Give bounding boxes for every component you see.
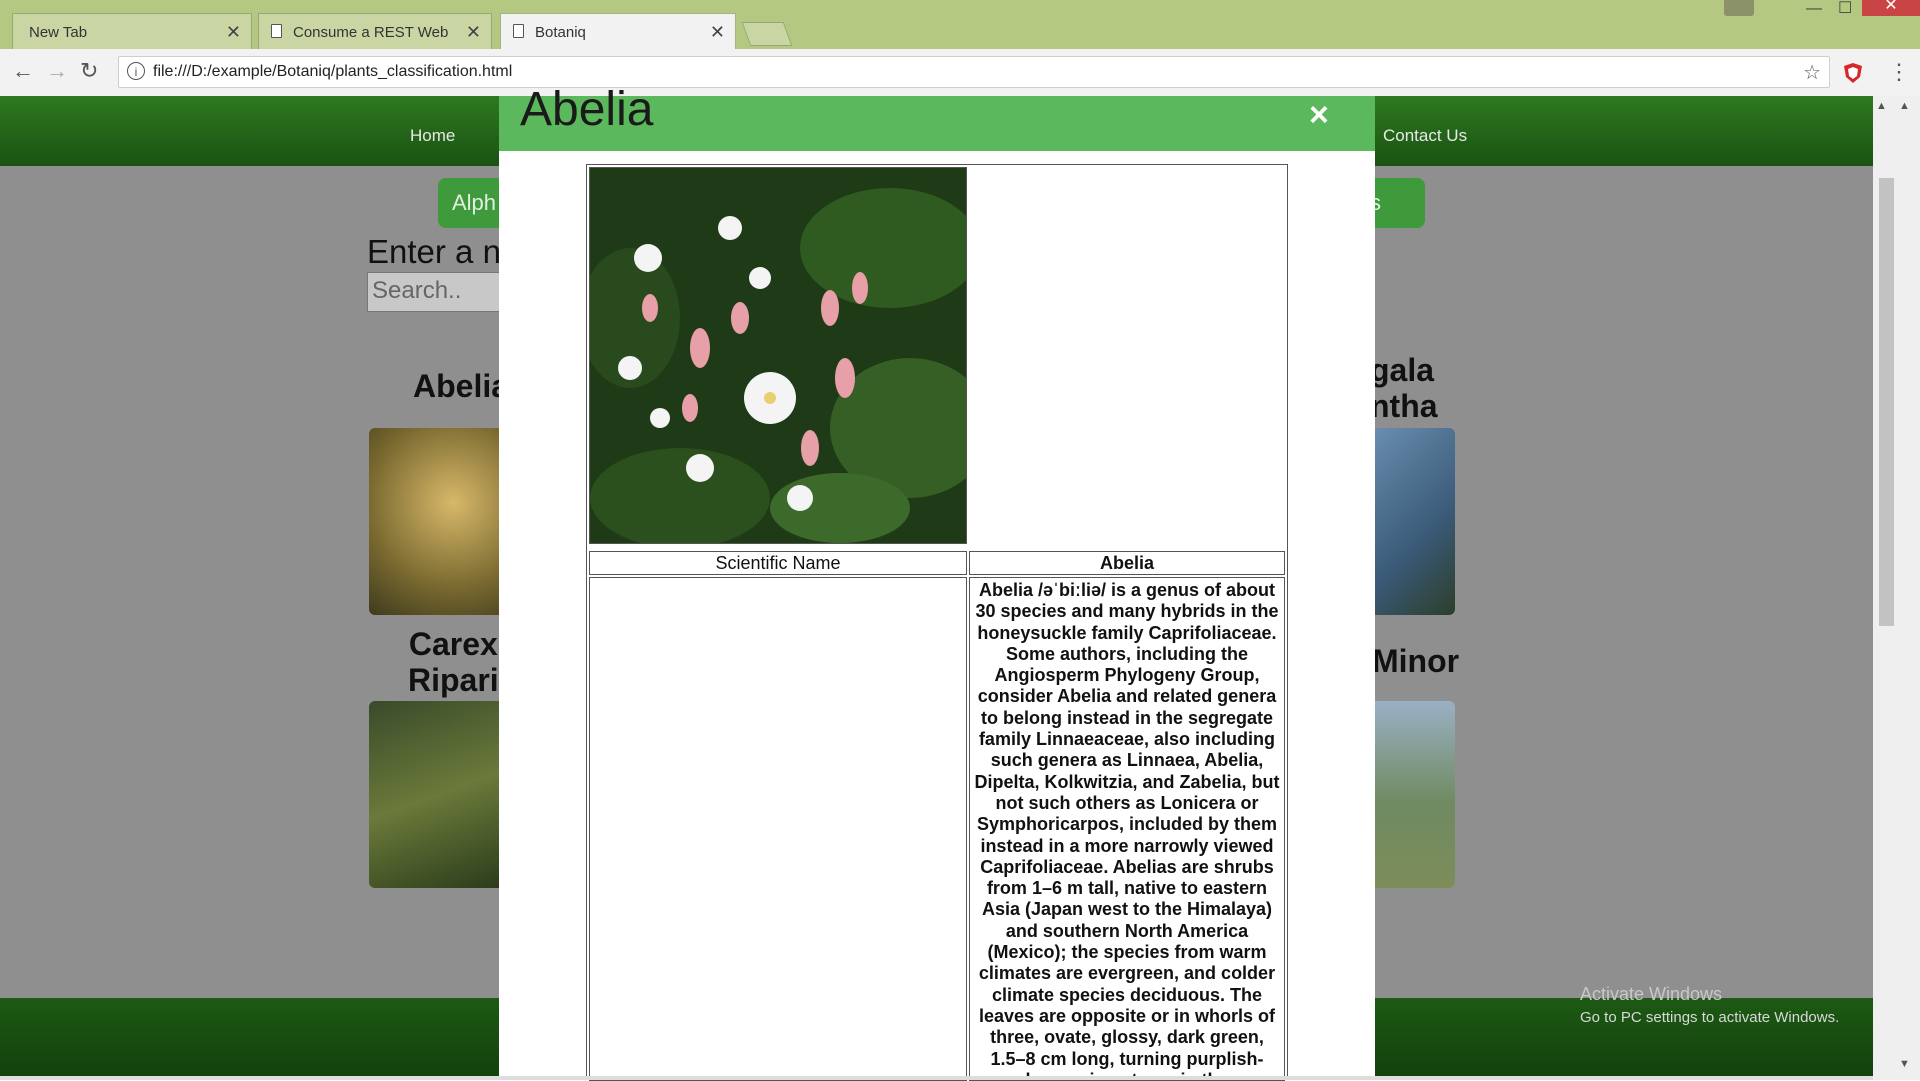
close-tab-icon[interactable]: ✕: [226, 22, 241, 43]
close-tab-icon[interactable]: ✕: [710, 22, 725, 43]
tab-title: New Tab: [29, 24, 88, 41]
scientific-name-label: Scientific Name: [589, 551, 967, 575]
plant-detail-modal: Abelia × Scientific Name Abelia Abelia /…: [499, 83, 1375, 1081]
scroll-down-icon[interactable]: ▼: [1899, 1058, 1910, 1070]
tab-title: Consume a REST Web Se: [293, 24, 453, 41]
plant-thumbnail[interactable]: [369, 428, 509, 615]
scrollbar-thumb[interactable]: [1879, 178, 1894, 626]
tab-rest-service[interactable]: Consume a REST Web Se ✕: [258, 13, 492, 49]
status-strip: [0, 1076, 1873, 1080]
tab-title: Botaniq: [535, 24, 586, 41]
scientific-name-value: Abelia: [969, 551, 1285, 575]
menu-icon[interactable]: ⋮: [1888, 59, 1910, 85]
tab-new-tab[interactable]: New Tab ✕: [12, 13, 252, 49]
nav-contact-link[interactable]: Contact Us: [1383, 126, 1467, 146]
shield-extension-icon[interactable]: [1843, 62, 1863, 84]
modal-title: Abelia: [520, 83, 654, 136]
reload-icon[interactable]: ↻: [80, 58, 98, 84]
plant-thumbnail[interactable]: [1370, 428, 1455, 615]
bookmark-star-icon[interactable]: ☆: [1803, 60, 1821, 85]
nav-home-link[interactable]: Home: [410, 126, 455, 146]
plant-photo: [580, 168, 990, 548]
plant-name-carex: Carex Ripari: [408, 626, 499, 698]
tab-strip: New Tab ✕ Consume a REST Web Se ✕ Botani…: [0, 0, 1920, 49]
maximize-icon[interactable]: ☐: [1838, 0, 1852, 17]
activate-windows-title: Activate Windows: [1580, 984, 1723, 1004]
back-icon[interactable]: ←: [12, 58, 34, 84]
plant-thumbnail[interactable]: [369, 701, 509, 888]
close-icon[interactable]: ×: [1309, 96, 1329, 135]
tab-botaniq[interactable]: Botaniq ✕: [500, 13, 736, 49]
modal-header: Abelia ×: [499, 83, 1375, 151]
plant-name-polygala: gala ntha: [1370, 352, 1438, 424]
plant-image-cell: [580, 167, 990, 548]
plant-thumbnail[interactable]: [1370, 701, 1455, 888]
plant-description: Abelia /əˈbiːliə/ is a genus of about 30…: [969, 577, 1285, 1081]
search-heading: Enter a n: [367, 233, 501, 270]
forward-icon[interactable]: →: [46, 58, 68, 84]
address-bar[interactable]: i file:///D:/example/Botaniq/plants_clas…: [118, 56, 1830, 88]
page-icon: [271, 24, 282, 38]
info-icon[interactable]: i: [127, 62, 145, 80]
button-label: Alph: [452, 190, 497, 215]
plant-info-table: Scientific Name Abelia Abelia /əˈbiːliə/…: [580, 164, 1288, 1081]
new-tab-button[interactable]: [741, 22, 793, 46]
page-icon: [513, 24, 524, 38]
user-icon[interactable]: [1724, 0, 1754, 16]
plant-name-minor: Minor: [1372, 643, 1460, 679]
empty-cell: [969, 167, 1285, 544]
close-tab-icon[interactable]: ✕: [466, 22, 481, 43]
plant-name-abelia: Abelia: [413, 368, 510, 404]
browser-toolbar: ← → ↻ i file:///D:/example/Botaniq/plant…: [0, 49, 1920, 97]
url-text: file:///D:/example/Botaniq/plants_classi…: [153, 63, 513, 80]
activate-windows-subtitle: Go to PC settings to activate Windows.: [1580, 1009, 1840, 1026]
scroll-up-icon[interactable]: ▲: [1899, 100, 1910, 112]
empty-cell: [589, 577, 967, 1081]
close-window-icon[interactable]: ✕: [1862, 0, 1920, 16]
minimize-icon[interactable]: —: [1806, 0, 1822, 17]
scroll-up-icon[interactable]: ▲: [1876, 100, 1887, 112]
